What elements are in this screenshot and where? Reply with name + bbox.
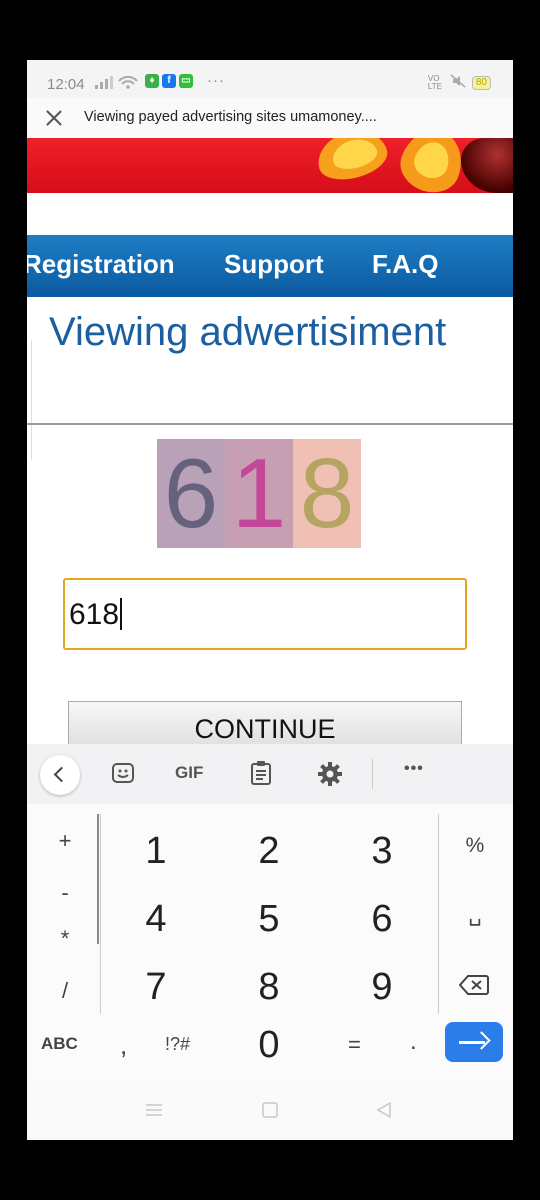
page-title: Viewing payed advertising sites umamoney… (84, 109, 377, 125)
key-divider (438, 814, 439, 1014)
key-4[interactable]: 4 (126, 898, 186, 941)
key-0[interactable]: 0 (239, 1024, 299, 1067)
side-divider (27, 340, 32, 460)
notification-app-icon: ♦ (145, 74, 159, 88)
collapse-toolbar-icon[interactable] (40, 755, 80, 795)
notification-icons: ♦ f ▭ (145, 74, 193, 88)
key-6[interactable]: 6 (352, 898, 412, 941)
key-2[interactable]: 2 (239, 830, 299, 873)
settings-gear-icon[interactable] (317, 761, 343, 792)
signal-wifi-icon (95, 75, 141, 93)
captcha-input[interactable]: 618 (63, 578, 467, 650)
status-right: VO LTE 80 (428, 74, 491, 91)
battery-icon: 80 (471, 75, 491, 90)
clipboard-icon[interactable] (250, 760, 272, 791)
browser-title-bar: Viewing payed advertising sites umamoney… (27, 98, 513, 138)
keyboard-toolbar: GIF ••• (27, 744, 513, 804)
key-minus[interactable]: - (45, 880, 85, 906)
captcha-digit: 6 (157, 439, 225, 548)
key-3[interactable]: 3 (352, 830, 412, 873)
key-symbols[interactable]: !?# (165, 1034, 190, 1055)
key-9[interactable]: 9 (352, 966, 412, 1009)
home-square-icon[interactable] (261, 1100, 279, 1125)
key-asterisk[interactable]: * (45, 926, 85, 952)
key-divider (100, 814, 101, 1014)
captcha-digit: 8 (293, 439, 361, 548)
captcha-digit: 1 (225, 439, 293, 548)
text-caret (120, 598, 123, 630)
key-7[interactable]: 7 (126, 966, 186, 1009)
nav-faq[interactable]: F.A.Q (372, 249, 438, 280)
status-time: 12:04 (47, 76, 85, 93)
key-abc[interactable]: ABC (41, 1034, 78, 1054)
toolbar-separator (372, 759, 373, 789)
page-heading: Viewing adwertisiment (49, 310, 447, 354)
key-percent[interactable]: % (455, 834, 495, 858)
key-8[interactable]: 8 (239, 966, 299, 1009)
site-banner-image (27, 138, 513, 193)
key-plus[interactable]: + (45, 828, 85, 854)
nav-registration[interactable]: Registration (27, 249, 175, 280)
heading-divider (27, 423, 513, 425)
numeric-keyboard: GIF ••• + - * / 1 2 3 4 5 6 7 8 9 % ␣ AB… (27, 744, 513, 1080)
captcha-input-value: 618 (69, 598, 120, 631)
key-comma[interactable]: , (120, 1030, 127, 1061)
sticker-icon[interactable] (111, 761, 135, 790)
more-notifications-icon: ··· (207, 72, 225, 89)
key-space[interactable]: ␣ (455, 902, 495, 927)
key-slash[interactable]: / (45, 978, 85, 1004)
more-options-icon[interactable]: ••• (404, 760, 424, 778)
symbol-scroll-indicator (97, 814, 99, 944)
mute-icon (450, 74, 466, 91)
back-triangle-icon[interactable] (375, 1100, 393, 1125)
backspace-icon[interactable] (458, 974, 489, 995)
site-nav: Registration Support F.A.Q (27, 235, 513, 297)
key-equals[interactable]: = (348, 1032, 361, 1058)
key-5[interactable]: 5 (239, 898, 299, 941)
recents-menu-icon[interactable] (145, 1100, 163, 1125)
close-icon[interactable] (43, 107, 65, 129)
key-dot[interactable]: . (410, 1028, 417, 1056)
car-image (461, 138, 513, 193)
status-bar: 12:04 ♦ f ▭ ··· VO LTE 80 (27, 60, 513, 98)
captcha-image: 6 1 8 (157, 439, 361, 548)
keyboard-keys: + - * / 1 2 3 4 5 6 7 8 9 % ␣ ABC , !?# … (27, 804, 513, 1080)
volte-badge: VO LTE (427, 73, 442, 91)
nav-support[interactable]: Support (224, 249, 324, 280)
enter-arrow-icon[interactable] (445, 1022, 503, 1062)
phone-screen: 12:04 ♦ f ▭ ··· VO LTE 80 Viewing payed … (27, 60, 513, 1140)
system-nav-bar (27, 1080, 513, 1140)
gif-button[interactable]: GIF (175, 763, 203, 783)
chat-bubble-icon: ▭ (179, 74, 193, 88)
key-1[interactable]: 1 (126, 830, 186, 873)
facebook-icon: f (162, 74, 176, 88)
